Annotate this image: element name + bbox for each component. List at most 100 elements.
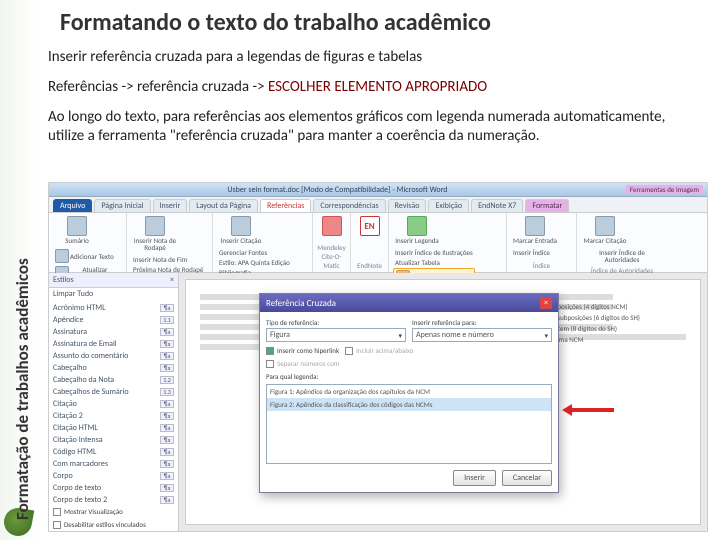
group-label-endnote: EndNote: [355, 261, 384, 270]
listbox-captions[interactable]: Figura 1: Apêndice da organização dos ca…: [266, 384, 552, 464]
style-item[interactable]: Citação 2¶a: [49, 410, 178, 422]
checkbox-checked-icon[interactable]: [266, 347, 274, 355]
insert-button[interactable]: Inserir: [453, 470, 496, 486]
cross-reference-dialog: Referência Cruzada × Tipo de referência:…: [259, 293, 559, 493]
tab-review[interactable]: Revisão: [388, 199, 427, 212]
btn-add-text[interactable]: Adicionar Texto: [53, 248, 122, 264]
ribbon-group-citations: Inserir Citação Gerenciar Fontes Estilo:…: [213, 213, 313, 272]
btn-insert-footnote[interactable]: Inserir Nota de Rodapé: [131, 215, 179, 252]
context-tools-label: Ferramentas de Imagem: [626, 185, 703, 194]
toc-icon: [67, 216, 87, 236]
styles-pane: Estilos × Limpar Tudo Acrônimo HTML¶aApê…: [49, 273, 179, 531]
btn-update-table[interactable]: Atualizar Tabela: [393, 258, 475, 267]
style-item[interactable]: Com marcadores¶a: [49, 458, 178, 470]
btn-endnote[interactable]: EN: [355, 215, 384, 237]
style-item[interactable]: Cabeçalhos de Sumário1.3: [49, 386, 178, 398]
styles-list[interactable]: Acrônimo HTML¶aApêndice1.1Assinatura¶aAs…: [49, 300, 178, 505]
ribbon-group-index: Marcar Entrada Inserir Índice Índice: [507, 213, 577, 272]
style-item[interactable]: Assinatura de Email¶a: [49, 338, 178, 350]
list-item[interactable]: Figura 1: Apêndice da organização dos ca…: [267, 385, 551, 398]
tab-layout[interactable]: Layout da Página: [189, 199, 258, 212]
btn-mendeley[interactable]: [317, 215, 346, 237]
btn-insert-toa[interactable]: Inserir Índice de Autoridades: [581, 248, 663, 264]
ribbon-group-toa: Marcar Citação Inserir Índice de Autorid…: [577, 213, 667, 272]
close-icon[interactable]: ×: [170, 275, 174, 285]
tab-home[interactable]: Página Inicial: [94, 199, 150, 212]
style-item[interactable]: Assunto do comentário¶a: [49, 350, 178, 362]
styles-pane-header: Estilos ×: [49, 273, 178, 288]
ribbon-group-captions: Inserir Legenda Inserir Índice de Ilustr…: [389, 213, 507, 272]
label-insert-ref-to: Inserir referência para:: [412, 318, 552, 327]
chk-include-above-below: Incluir acima/abaixo: [356, 346, 413, 355]
style-item[interactable]: Acrônimo HTML¶a: [49, 302, 178, 314]
btn-manage-sources[interactable]: Gerenciar Fontes: [217, 248, 292, 257]
btn-insert-tof[interactable]: Inserir Índice de Ilustrações: [393, 248, 475, 257]
ribbon: Sumário Adicionar Texto Atualizar Sumári…: [49, 213, 707, 273]
checkbox-icon: [266, 360, 274, 368]
cancel-button[interactable]: Cancelar: [502, 470, 552, 486]
word-document-area: Estilos × Limpar Tudo Acrônimo HTML¶aApê…: [49, 273, 707, 531]
chk-separate-numbers: Separar números com: [277, 359, 339, 368]
btn-insert-endnote[interactable]: Inserir Nota de Fim: [131, 255, 205, 264]
style-item[interactable]: Citação Intensa¶a: [49, 434, 178, 446]
style-item[interactable]: Corpo de texto 2¶a: [49, 494, 178, 505]
breadcrumb-prefix: Referências -> referência cruzada ->: [48, 78, 268, 96]
tab-references[interactable]: Referências: [260, 199, 311, 212]
dialog-close-button[interactable]: ×: [540, 297, 552, 309]
word-title-text: Usber sein format.doc [Modo de Compatibi…: [53, 185, 622, 195]
style-item[interactable]: Assinatura¶a: [49, 326, 178, 338]
group-label-index: Índice: [511, 261, 572, 270]
style-item[interactable]: Apêndice1.1: [49, 314, 178, 326]
checkbox-icon[interactable]: [53, 521, 61, 529]
styles-pane-title: Estilos: [53, 275, 74, 285]
btn-insert-citation[interactable]: Inserir Citação: [217, 215, 265, 245]
tab-endnote[interactable]: EndNote X7: [471, 199, 523, 212]
tab-mail[interactable]: Correspondências: [313, 199, 385, 212]
tab-view[interactable]: Exibição: [428, 199, 469, 212]
dropdown-insert-ref-to[interactable]: Apenas nome e número▾: [412, 328, 552, 342]
page-title: Formatando o texto do trabalho acadêmico: [60, 8, 491, 37]
tab-format[interactable]: Formatar: [525, 199, 569, 212]
chevron-down-icon: ▾: [398, 331, 402, 340]
tab-file[interactable]: Arquivo: [53, 199, 92, 212]
dialog-title: Referência Cruzada: [266, 298, 336, 309]
dropdown-ref-type[interactable]: Figura▾: [266, 328, 406, 342]
style-item[interactable]: Corpo de texto¶a: [49, 482, 178, 494]
chk-insert-hyperlink[interactable]: Inserir como hiperlink: [277, 346, 339, 355]
breadcrumb-emphasis: ESCOLHER ELEMENTO APROPRIADO: [268, 78, 487, 96]
label-ref-type: Tipo de referência:: [266, 318, 406, 327]
style-item[interactable]: Cabeçalho da Nota1.2: [49, 374, 178, 386]
btn-insert-caption[interactable]: Inserir Legenda: [393, 215, 441, 245]
ribbon-group-toc: Sumário Adicionar Texto Atualizar Sumári…: [49, 213, 127, 272]
btn-mark-citation[interactable]: Marcar Citação: [581, 215, 629, 245]
side-section-label: Formatação de trabalhos acadêmicos: [12, 258, 33, 520]
callout-arrow: [562, 404, 614, 416]
endnote-icon: EN: [360, 216, 380, 236]
chevron-down-icon: ▾: [544, 331, 548, 340]
breadcrumb-path: Referências -> referência cruzada -> ESC…: [48, 78, 487, 96]
checkbox-icon[interactable]: [53, 508, 61, 516]
btn-insert-index[interactable]: Inserir Índice: [511, 248, 552, 257]
style-clear-all[interactable]: Limpar Tudo: [49, 288, 178, 300]
word-screenshot: Usber sein format.doc [Modo de Compatibi…: [48, 182, 708, 532]
ribbon-group-endnote: EN EndNote: [351, 213, 389, 272]
tab-insert[interactable]: Inserir: [153, 199, 188, 212]
arrow-left-icon: [562, 404, 572, 416]
instruction-paragraph: Ao longo do texto, para referências aos …: [48, 108, 698, 146]
ribbon-group-mendeley: Mendeley Cite-O-Matic: [313, 213, 351, 272]
btn-mark-entry[interactable]: Marcar Entrada: [511, 215, 559, 245]
style-item[interactable]: Citação¶a: [49, 398, 178, 410]
group-label-mendeley: Mendeley Cite-O-Matic: [317, 243, 346, 270]
dd-style[interactable]: Estilo: APA Quinta Edição: [217, 258, 292, 267]
style-item[interactable]: Corpo¶a: [49, 470, 178, 482]
add-text-icon: [55, 249, 69, 263]
chk-show-preview[interactable]: Mostrar Visualização: [64, 507, 123, 516]
style-item[interactable]: Citação HTML¶a: [49, 422, 178, 434]
ribbon-group-footnotes: Inserir Nota de Rodapé Inserir Nota de F…: [127, 213, 213, 272]
mark-entry-icon: [525, 216, 545, 236]
style-item[interactable]: Cabeçalho¶a: [49, 362, 178, 374]
btn-toc[interactable]: Sumário: [53, 215, 101, 245]
chk-disable-linked[interactable]: Desabilitar estilos vinculados: [64, 520, 146, 529]
style-item[interactable]: Código HTML¶a: [49, 446, 178, 458]
list-item-selected[interactable]: Figura 2: Apêndice da classificação dos …: [267, 398, 551, 411]
